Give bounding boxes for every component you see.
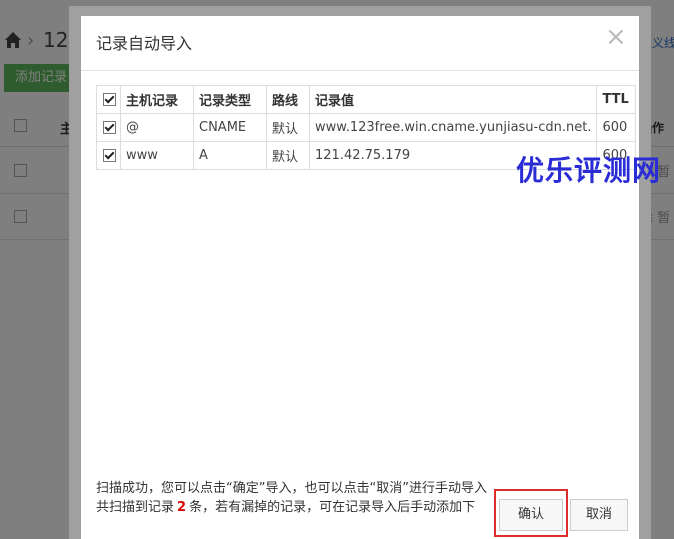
import-dialog-frame: 记录自动导入 × 主机记录 记录类型 路线 记录值 TTL @ CNAME 默认… <box>69 6 660 539</box>
cell-line: 默认 <box>266 141 310 170</box>
cell-type: CNAME <box>193 113 267 142</box>
table-header-row: 主机记录 记录类型 路线 记录值 TTL <box>96 85 637 114</box>
message-line-1: 扫描成功，您可以点击“确定”导入，也可以点击“取消”进行手动导入 <box>96 481 487 496</box>
row-checkbox-cell <box>96 113 121 142</box>
column-value: 记录值 <box>308 85 598 114</box>
message-prefix: 共扫描到记录 <box>96 500 175 515</box>
cancel-button[interactable]: 取消 <box>570 499 628 531</box>
watermark-text: 优乐评测网 <box>516 154 662 187</box>
cell-host: @ <box>120 113 194 142</box>
scan-result-message: 扫描成功，您可以点击“确定”导入，也可以点击“取消”进行手动导入 共扫描到记录 2… <box>96 479 487 517</box>
row-checkbox[interactable] <box>103 121 116 134</box>
cell-value: www.123free.win.cname.yunjiasu-cdn.net. <box>308 113 598 142</box>
record-count: 2 <box>177 500 187 515</box>
dialog-divider <box>81 70 639 71</box>
column-ttl: TTL <box>596 85 637 114</box>
close-icon[interactable]: × <box>605 22 627 52</box>
cell-ttl: 600 <box>596 113 637 142</box>
select-all-checkbox[interactable] <box>103 93 116 106</box>
column-line: 路线 <box>266 85 310 114</box>
message-suffix: 条，若有漏掉的记录，可在记录导入后手动添加下 <box>189 500 476 515</box>
confirm-button[interactable]: 确认 <box>499 499 563 531</box>
table-row: @ CNAME 默认 www.123free.win.cname.yunjias… <box>96 113 637 142</box>
cell-type: A <box>193 141 267 170</box>
row-checkbox-cell <box>96 141 121 170</box>
column-type: 记录类型 <box>193 85 267 114</box>
column-host: 主机记录 <box>120 85 194 114</box>
cell-line: 默认 <box>266 113 310 142</box>
row-checkbox[interactable] <box>103 149 116 162</box>
import-dialog: 记录自动导入 × 主机记录 记录类型 路线 记录值 TTL @ CNAME 默认… <box>81 16 660 539</box>
header-checkbox-cell <box>96 85 121 114</box>
dialog-title: 记录自动导入 <box>96 34 193 53</box>
message-line-2: 共扫描到记录 2 条，若有漏掉的记录，可在记录导入后手动添加下 <box>96 498 487 517</box>
cell-host: www <box>120 141 194 170</box>
